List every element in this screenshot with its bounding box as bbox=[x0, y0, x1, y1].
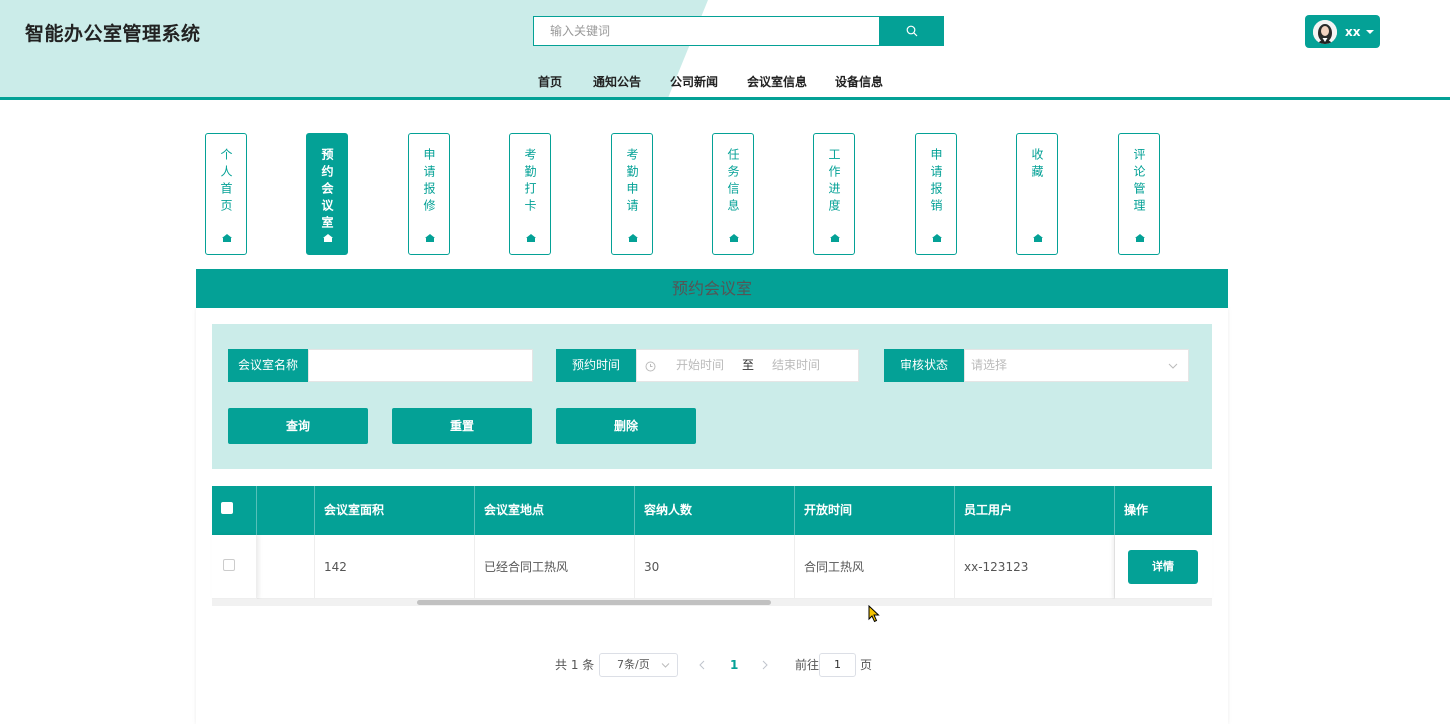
side-menu-item-2[interactable]: 申请报修 bbox=[408, 133, 450, 255]
current-page[interactable]: 1 bbox=[730, 653, 738, 677]
page-size-value: 7条/页 bbox=[617, 658, 650, 671]
nav-item-home[interactable]: 首页 bbox=[538, 73, 562, 90]
section-title: 预约会议室 bbox=[196, 269, 1228, 308]
app-title: 智能办公室管理系统 bbox=[25, 23, 201, 45]
user-menu-button[interactable]: xx bbox=[1305, 15, 1380, 48]
side-menu-item-4[interactable]: 考勤申请 bbox=[611, 133, 653, 255]
side-menu-item-label: 任务信息 bbox=[726, 148, 740, 216]
home-icon bbox=[1135, 234, 1145, 242]
side-menu-item-8[interactable]: 收藏 bbox=[1016, 133, 1058, 255]
side-menu-item-5[interactable]: 任务信息 bbox=[712, 133, 754, 255]
delete-button[interactable]: 删除 bbox=[556, 408, 696, 444]
time-label: 预约时间 bbox=[556, 349, 636, 382]
header-blank bbox=[257, 486, 315, 535]
next-page-icon[interactable] bbox=[760, 660, 769, 670]
side-menu-item-label: 考勤申请 bbox=[625, 148, 639, 216]
end-time-placeholder: 结束时间 bbox=[772, 358, 821, 372]
data-table: 会议室面积 会议室地点 容纳人数 开放时间 员工用户 操作 142 已经合同工热… bbox=[212, 486, 1212, 606]
cell-location: 已经合同工热风 bbox=[475, 535, 635, 599]
query-button[interactable]: 查询 bbox=[228, 408, 368, 444]
side-menu-item-label: 申请报销 bbox=[929, 148, 943, 216]
side-menu-item-7[interactable]: 申请报销 bbox=[915, 133, 957, 255]
side-menu-item-3[interactable]: 考勤打卡 bbox=[509, 133, 551, 255]
nav-item-notices[interactable]: 通知公告 bbox=[593, 73, 641, 90]
home-icon bbox=[729, 234, 739, 242]
scrollbar-thumb[interactable] bbox=[417, 600, 771, 605]
search-input[interactable]: 输入关键词 bbox=[533, 16, 880, 46]
top-nav: 首页 通知公告 公司新闻 会议室信息 设备信息 bbox=[0, 73, 1450, 91]
home-icon bbox=[425, 234, 435, 242]
side-menu-item-label: 工作进度 bbox=[827, 148, 841, 216]
select-all-checkbox[interactable] bbox=[221, 502, 233, 514]
chevron-down-icon bbox=[1168, 363, 1178, 369]
header-actions: 操作 bbox=[1124, 503, 1149, 517]
goto-page-input[interactable]: 1 bbox=[819, 653, 856, 677]
home-icon bbox=[830, 234, 840, 242]
page-suffix: 页 bbox=[860, 658, 873, 672]
header-location[interactable]: 会议室地点 bbox=[475, 486, 635, 535]
chevron-down-icon bbox=[661, 663, 670, 668]
room-name-input[interactable] bbox=[308, 349, 533, 382]
nav-item-devices[interactable]: 设备信息 bbox=[835, 73, 883, 90]
cell-open-time: 合同工热风 bbox=[795, 535, 955, 599]
detail-button[interactable]: 详情 bbox=[1128, 550, 1198, 584]
table-row: 142 已经合同工热风 30 合同工热风 xx-123123 详情 bbox=[212, 535, 1212, 599]
side-menu-item-label: 申请报修 bbox=[422, 148, 436, 216]
status-label: 审核状态 bbox=[884, 349, 964, 382]
reset-button[interactable]: 重置 bbox=[392, 408, 532, 444]
range-separator: 至 bbox=[742, 358, 755, 372]
search-button[interactable] bbox=[879, 16, 944, 46]
row-checkbox[interactable] bbox=[223, 559, 235, 571]
cell-employee: xx-123123 bbox=[955, 535, 1115, 599]
select-all-cell bbox=[212, 486, 257, 535]
side-menu-item-1[interactable]: 预约会议室 bbox=[306, 133, 348, 255]
home-icon bbox=[1033, 234, 1043, 242]
search-icon bbox=[906, 25, 917, 37]
mouse-cursor-icon bbox=[868, 605, 880, 623]
table-header: 会议室面积 会议室地点 容纳人数 开放时间 员工用户 操作 bbox=[212, 486, 1212, 535]
home-icon bbox=[932, 234, 942, 242]
chevron-down-icon bbox=[1366, 29, 1375, 34]
home-icon bbox=[222, 234, 232, 242]
user-name: xx bbox=[1345, 24, 1361, 39]
side-menu-item-label: 评论管理 bbox=[1132, 148, 1146, 216]
row-select-cell bbox=[212, 535, 257, 599]
start-time-placeholder: 开始时间 bbox=[676, 358, 725, 372]
side-menu-item-6[interactable]: 工作进度 bbox=[813, 133, 855, 255]
status-select[interactable]: 请选择 bbox=[964, 349, 1189, 382]
header-open-time[interactable]: 开放时间 bbox=[795, 486, 955, 535]
side-menu-item-9[interactable]: 评论管理 bbox=[1118, 133, 1160, 255]
home-icon bbox=[628, 234, 638, 242]
avatar bbox=[1313, 19, 1337, 44]
header-capacity[interactable]: 容纳人数 bbox=[635, 486, 795, 535]
cell-capacity: 30 bbox=[635, 535, 795, 599]
side-menu-item-0[interactable]: 个人首页 bbox=[205, 133, 247, 255]
status-placeholder: 请选择 bbox=[971, 358, 1008, 372]
header: 智能办公室管理系统 输入关键词 xx 首页 通知公告 公司新闻 会议室信息 设备… bbox=[0, 0, 1450, 101]
cell-area: 142 bbox=[315, 535, 475, 599]
header-employee[interactable]: 员工用户 bbox=[955, 486, 1115, 535]
filter-panel bbox=[212, 324, 1212, 469]
page-size-select[interactable]: 7条/页 bbox=[599, 653, 678, 677]
goto-label: 前往 bbox=[795, 658, 820, 672]
side-menu-item-label: 个人首页 bbox=[219, 148, 233, 216]
side-menu-item-label: 预约会议室 bbox=[320, 148, 334, 233]
prev-page-icon[interactable] bbox=[698, 660, 707, 670]
clock-icon bbox=[645, 361, 656, 372]
nav-item-news[interactable]: 公司新闻 bbox=[670, 73, 718, 90]
date-range-picker[interactable]: 开始时间 至 结束时间 bbox=[636, 349, 859, 382]
header-area[interactable]: 会议室面积 bbox=[315, 486, 475, 535]
header-divider bbox=[0, 97, 1450, 100]
room-name-label: 会议室名称 bbox=[228, 349, 308, 382]
home-icon bbox=[526, 234, 536, 242]
horizontal-scrollbar[interactable] bbox=[212, 599, 1212, 606]
side-menu-item-label: 收藏 bbox=[1030, 148, 1044, 182]
total-count: 共 1 条 bbox=[555, 658, 595, 672]
row-blank bbox=[257, 535, 315, 599]
nav-item-rooms[interactable]: 会议室信息 bbox=[747, 73, 807, 90]
home-icon bbox=[323, 234, 333, 242]
side-menu-item-label: 考勤打卡 bbox=[523, 148, 537, 216]
